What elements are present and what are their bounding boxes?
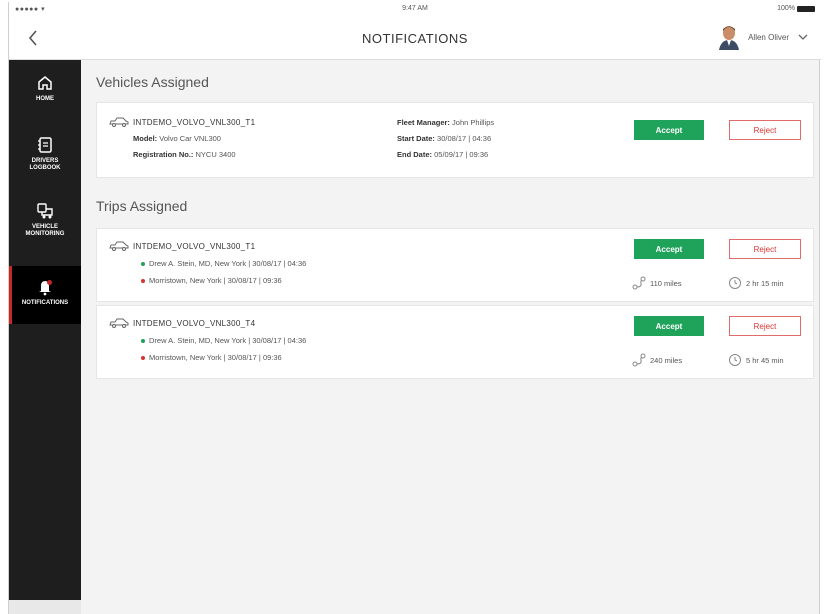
fleet-manager-label: Fleet Manager: bbox=[397, 118, 450, 127]
sidebar-item-label: HOME bbox=[36, 96, 54, 102]
start-date-value: 30/08/17 | 04:36 bbox=[437, 134, 492, 143]
start-date: Start Date: 30/08/17 | 04:36 bbox=[397, 134, 491, 143]
car-icon bbox=[109, 241, 129, 251]
registration-value: NYCU 3400 bbox=[195, 150, 236, 159]
trip-duration: 2 hr 15 min bbox=[728, 276, 784, 290]
sidebar-item-label: NOTIFICATIONS bbox=[21, 300, 69, 306]
trip-card: INTDEMO_VOLVO_VNL300_T4 Drew A. Stein, M… bbox=[96, 305, 814, 379]
trip-origin: Drew A. Stein, MD, New York | 30/08/17 |… bbox=[141, 259, 306, 268]
vehicle-registration: Registration No.: NYCU 3400 bbox=[133, 150, 236, 159]
header-bar: NOTIFICATIONS Allen Oliver bbox=[9, 16, 821, 60]
trip-distance: 240 miles bbox=[632, 353, 682, 367]
sidebar-item-notifications[interactable]: NOTIFICATIONS bbox=[9, 266, 81, 324]
route-icon bbox=[632, 353, 646, 367]
origin-dot-icon bbox=[141, 339, 145, 344]
destination-text: Morristown, New York | 30/08/17 | 09:36 bbox=[149, 276, 282, 285]
car-icon bbox=[109, 117, 129, 127]
origin-dot-icon bbox=[141, 262, 145, 267]
sidebar-item-drivers-logbook[interactable]: DRIVERS LOGBOOK bbox=[9, 136, 81, 186]
home-icon bbox=[38, 76, 52, 90]
battery-indicator: 100% bbox=[777, 5, 815, 12]
clock: 9:47 AM bbox=[402, 5, 428, 12]
trip-card: INTDEMO_VOLVO_VNL300_T1 Drew A. Stein, M… bbox=[96, 228, 814, 302]
end-date: End Date: 05/09/17 | 09:36 bbox=[397, 150, 488, 159]
fleet-manager: Fleet Manager: John Phillips bbox=[397, 118, 494, 127]
accept-button[interactable]: Accept bbox=[634, 316, 704, 336]
accept-button[interactable]: Accept bbox=[634, 239, 704, 259]
trips-section-title: Trips Assigned bbox=[96, 198, 188, 214]
distance-value: 240 miles bbox=[650, 355, 683, 365]
avatar bbox=[718, 24, 740, 50]
accept-button[interactable]: Accept bbox=[634, 120, 704, 140]
model-value: Volvo Car VNL300 bbox=[159, 134, 221, 143]
logbook-icon bbox=[38, 137, 52, 153]
sidebar-footer bbox=[9, 600, 81, 614]
start-date-label: Start Date: bbox=[397, 134, 435, 143]
trip-vehicle-name: INTDEMO_VOLVO_VNL300_T4 bbox=[133, 319, 256, 328]
registration-label: Registration No.: bbox=[133, 150, 194, 159]
vehicle-card: INTDEMO_VOLVO_VNL300_T1 Model: Volvo Car… bbox=[96, 102, 814, 178]
user-menu[interactable]: Allen Oliver bbox=[718, 24, 809, 50]
end-date-label: End Date: bbox=[397, 150, 433, 159]
end-date-value: 05/09/17 | 09:36 bbox=[434, 150, 489, 159]
sidebar-item-label: VEHICLE MONITORING bbox=[25, 224, 65, 237]
duration-value: 5 hr 45 min bbox=[746, 355, 784, 365]
car-icon bbox=[109, 318, 129, 328]
clock-icon bbox=[729, 277, 741, 289]
fleet-manager-value: John Phillips bbox=[452, 118, 495, 127]
vehicle-model: Model: Volvo Car VNL300 bbox=[133, 134, 221, 143]
origin-text: Drew A. Stein, MD, New York | 30/08/17 |… bbox=[149, 336, 307, 345]
trip-distance: 110 miles bbox=[632, 276, 682, 290]
trip-origin: Drew A. Stein, MD, New York | 30/08/17 |… bbox=[141, 336, 306, 345]
model-label: Model: bbox=[133, 134, 158, 143]
chevron-down-icon bbox=[798, 34, 808, 40]
clock-icon bbox=[729, 354, 741, 366]
active-indicator bbox=[9, 266, 12, 324]
trip-destination: Morristown, New York | 30/08/17 | 09:36 bbox=[141, 276, 282, 285]
reject-button[interactable]: Reject bbox=[729, 239, 801, 259]
vehicle-monitoring-icon bbox=[37, 203, 53, 219]
page-title: NOTIFICATIONS bbox=[362, 31, 468, 46]
battery-percent: 100% bbox=[777, 5, 795, 12]
user-name: Allen Oliver bbox=[748, 32, 789, 42]
destination-dot-icon bbox=[141, 279, 145, 284]
bell-icon bbox=[39, 280, 52, 296]
reject-button[interactable]: Reject bbox=[729, 120, 801, 140]
duration-value: 2 hr 15 min bbox=[746, 278, 784, 288]
reject-button[interactable]: Reject bbox=[729, 316, 801, 336]
sidebar-item-home[interactable]: HOME bbox=[9, 74, 81, 120]
sidebar: HOME DRIVERS LOGBOOK VEHICLE MONITORING bbox=[9, 60, 81, 600]
sidebar-item-label: DRIVERS LOGBOOK bbox=[29, 158, 61, 171]
distance-value: 110 miles bbox=[650, 278, 682, 288]
app-frame: ●●●●● ▾ 9:47 AM 100% NOTIFICATIONS Allen… bbox=[8, 2, 821, 614]
status-bar: ●●●●● ▾ 9:47 AM 100% bbox=[9, 2, 821, 16]
vehicle-name: INTDEMO_VOLVO_VNL300_T1 bbox=[133, 118, 256, 127]
trip-duration: 5 hr 45 min bbox=[728, 353, 784, 367]
destination-dot-icon bbox=[141, 356, 145, 361]
trip-vehicle-name: INTDEMO_VOLVO_VNL300_T1 bbox=[133, 242, 256, 251]
vehicles-section-title: Vehicles Assigned bbox=[96, 74, 209, 90]
origin-text: Drew A. Stein, MD, New York | 30/08/17 |… bbox=[149, 259, 307, 268]
sidebar-item-vehicle-monitoring[interactable]: VEHICLE MONITORING bbox=[9, 202, 81, 252]
battery-icon bbox=[797, 5, 815, 12]
route-icon bbox=[632, 276, 646, 290]
trip-destination: Morristown, New York | 30/08/17 | 09:36 bbox=[141, 353, 282, 362]
destination-text: Morristown, New York | 30/08/17 | 09:36 bbox=[149, 353, 282, 362]
